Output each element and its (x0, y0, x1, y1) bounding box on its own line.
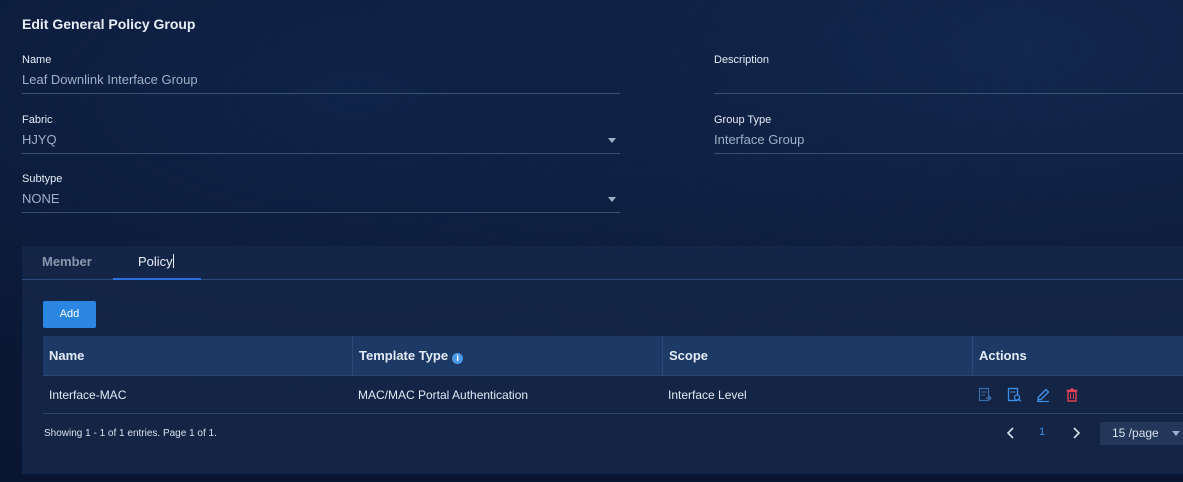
apply-icon[interactable] (977, 387, 993, 403)
page-size-value: 15 /page (1112, 426, 1159, 440)
page-title: Edit General Policy Group (22, 16, 196, 32)
tab-member[interactable]: Member (42, 254, 92, 269)
description-field[interactable]: Description (714, 54, 1183, 94)
delete-icon[interactable] (1064, 387, 1080, 403)
chevron-right-icon[interactable] (1069, 422, 1083, 444)
active-tab-indicator (113, 278, 201, 280)
subtype-value: NONE (22, 191, 60, 206)
group-type-field: Group Type Interface Group (714, 114, 1183, 154)
name-label: Name (22, 54, 52, 66)
view-icon[interactable] (1006, 387, 1022, 403)
fabric-value: HJYQ (22, 132, 57, 147)
column-header-name: Name (49, 348, 85, 363)
tab-bar: Member Policy (22, 246, 1183, 280)
name-input[interactable]: Leaf Downlink Interface Group (22, 72, 620, 94)
group-type-value: Interface Group (714, 132, 1183, 154)
text-cursor (172, 254, 174, 268)
edit-icon[interactable] (1035, 387, 1051, 403)
group-type-label: Group Type (714, 114, 772, 126)
tab-policy-label: Policy (138, 254, 173, 269)
policy-table: Name Template Type i Scope Actions Interf… (43, 336, 1183, 414)
subtype-label: Subtype (22, 173, 63, 185)
chevron-down-icon[interactable] (608, 138, 616, 143)
info-icon[interactable]: i (452, 353, 464, 364)
table-header: Name Template Type i Scope Actions (43, 336, 1183, 376)
column-header-template-type: Template Type i (352, 336, 662, 376)
cell-name: Interface-MAC (49, 388, 127, 402)
subtype-field[interactable]: Subtype NONE (22, 173, 620, 213)
table-row: Interface-MAC MAC/MAC Portal Authenticat… (43, 376, 1183, 414)
name-field[interactable]: Name Leaf Downlink Interface Group (22, 54, 620, 94)
tab-policy[interactable]: Policy (138, 254, 174, 269)
column-header-template-type-label: Template Type (359, 348, 449, 363)
pagination-summary: Showing 1 - 1 of 1 entries. Page 1 of 1. (44, 428, 217, 439)
description-label: Description (714, 54, 770, 66)
policy-panel: Member Policy Add Name Template Type i Sc… (22, 246, 1183, 474)
chevron-down-icon[interactable] (1172, 431, 1180, 436)
column-header-actions: Actions (972, 336, 1183, 376)
chevron-left-icon[interactable] (1004, 422, 1018, 444)
description-input[interactable] (714, 72, 1183, 94)
fabric-label: Fabric (22, 114, 53, 126)
page-number-current[interactable]: 1 (1039, 426, 1045, 438)
add-button[interactable]: Add (43, 301, 96, 328)
chevron-down-icon[interactable] (608, 197, 616, 202)
subtype-select[interactable]: NONE (22, 191, 620, 213)
column-header-scope: Scope (662, 336, 972, 376)
fabric-select[interactable]: HJYQ (22, 132, 620, 154)
cell-template-type: MAC/MAC Portal Authentication (358, 388, 529, 402)
cell-scope: Interface Level (668, 388, 747, 402)
page-size-select[interactable]: 15 /page (1100, 422, 1183, 445)
fabric-field[interactable]: Fabric HJYQ (22, 114, 620, 154)
